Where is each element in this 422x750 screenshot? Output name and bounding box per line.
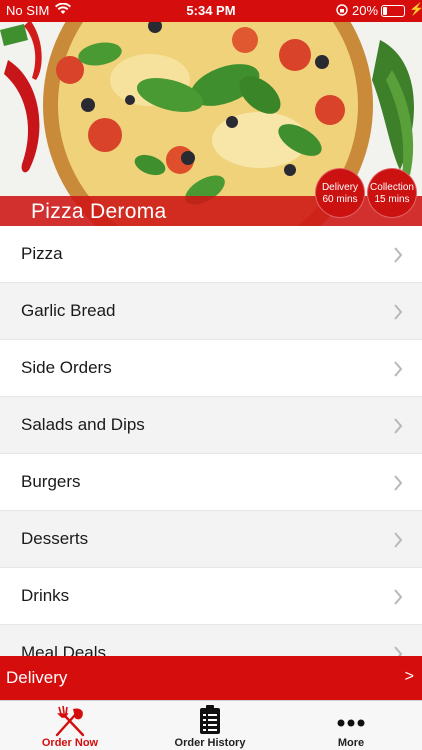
tab-order-history[interactable]: Order History xyxy=(140,701,280,750)
chevron-right-icon xyxy=(394,589,403,605)
menu-item-label: Side Orders xyxy=(21,358,112,377)
delivery-badge-title: Delivery xyxy=(321,182,359,193)
chevron-right-icon xyxy=(394,532,403,548)
collection-time-badge: Collection 15 mins xyxy=(367,168,417,218)
menu-item-drinks[interactable]: Drinks xyxy=(0,568,422,625)
menu-item-side-orders[interactable]: Side Orders xyxy=(0,340,422,397)
menu-item-label: Pizza xyxy=(21,244,63,263)
tab-label: More xyxy=(337,737,365,749)
clipboard-icon xyxy=(199,705,221,740)
charging-bolt-icon: ⚡ xyxy=(409,2,422,16)
menu-item-label: Drinks xyxy=(21,586,70,605)
tab-label: Order Now xyxy=(41,737,99,749)
chevron-right-icon xyxy=(394,247,403,263)
delivery-mode-label: Delivery xyxy=(6,668,68,687)
delivery-arrow-icon: > xyxy=(404,668,414,685)
chevron-right-icon xyxy=(394,646,403,656)
delivery-time-badge: Delivery 60 mins xyxy=(315,168,365,218)
tab-order-now[interactable]: Order Now xyxy=(0,701,140,750)
menu-item-meal-deals[interactable]: Meal Deals xyxy=(0,625,422,656)
menu-item-pizza[interactable]: Pizza xyxy=(0,226,422,283)
chevron-right-icon xyxy=(394,418,403,434)
menu-item-label: Burgers xyxy=(21,472,81,491)
menu-category-list[interactable]: Pizza Garlic Bread Side Orders Salads an… xyxy=(0,226,422,656)
delivery-mode-bar[interactable]: Delivery > xyxy=(0,656,422,700)
chevron-right-icon xyxy=(394,361,403,377)
tab-bar: Order Now Order History More xyxy=(0,700,422,750)
collection-badge-time: 15 mins xyxy=(374,194,410,205)
menu-item-label: Garlic Bread xyxy=(21,301,116,320)
menu-item-salads-and-dips[interactable]: Salads and Dips xyxy=(0,397,422,454)
tab-more[interactable]: More xyxy=(281,701,421,750)
more-dots-icon xyxy=(337,714,365,732)
delivery-badge-time: 60 mins xyxy=(322,194,358,205)
battery-percent: 20% xyxy=(352,3,379,18)
menu-item-label: Meal Deals xyxy=(21,643,107,656)
menu-item-desserts[interactable]: Desserts xyxy=(0,511,422,568)
collection-badge-title: Collection xyxy=(370,182,414,193)
menu-item-label: Salads and Dips xyxy=(21,415,145,434)
battery-icon xyxy=(381,5,405,17)
chevron-right-icon xyxy=(394,304,403,320)
chevron-right-icon xyxy=(394,475,403,491)
menu-item-garlic-bread[interactable]: Garlic Bread xyxy=(0,283,422,340)
restaurant-name: Pizza Deroma xyxy=(31,200,167,223)
rotation-lock-icon xyxy=(336,3,348,20)
status-bar: No SIM 5:34 PM 20% ⚡ xyxy=(0,0,422,22)
menu-item-label: Desserts xyxy=(21,529,89,548)
tab-label: Order History xyxy=(174,737,246,749)
menu-item-burgers[interactable]: Burgers xyxy=(0,454,422,511)
